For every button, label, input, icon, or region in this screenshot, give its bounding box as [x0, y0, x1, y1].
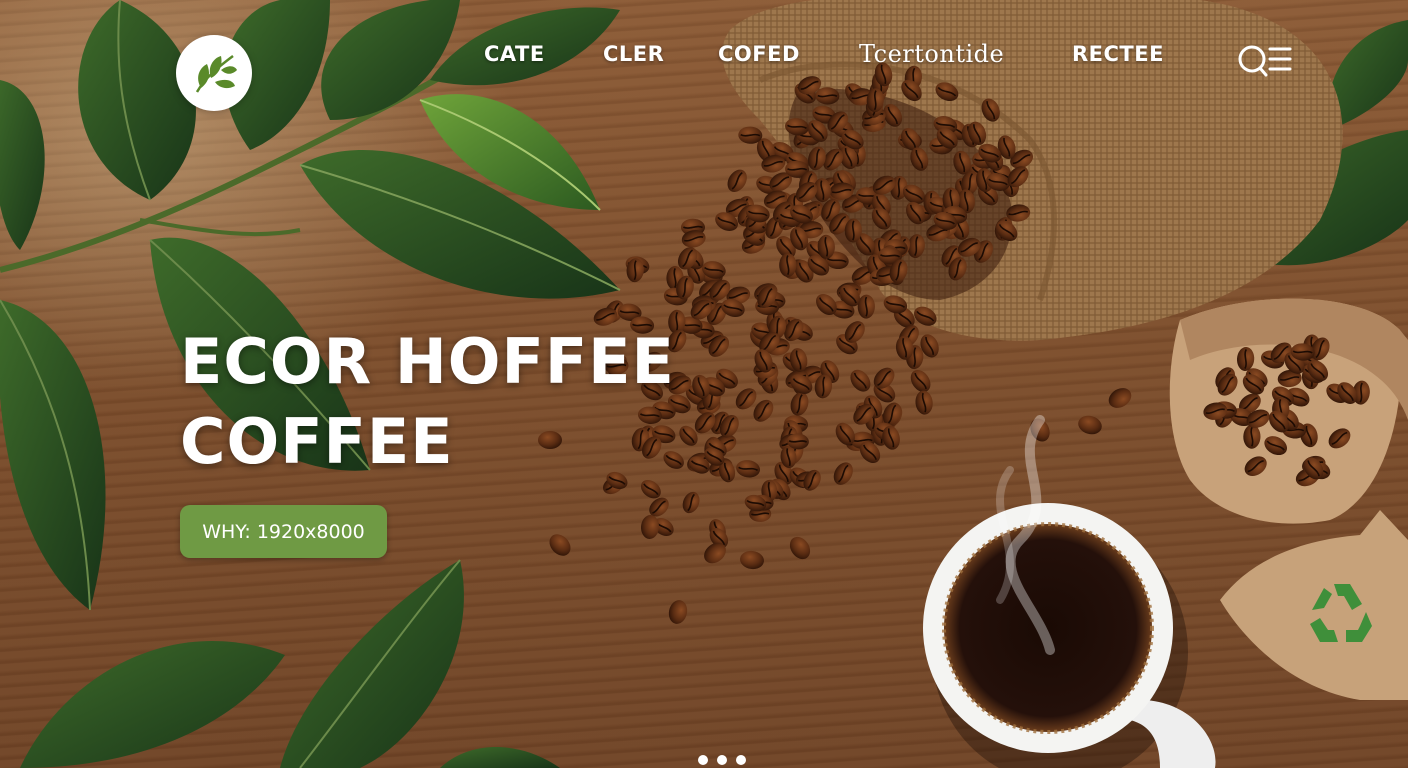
carousel-dot-1[interactable]	[698, 755, 708, 765]
nav-item-cate[interactable]: CATE	[484, 42, 545, 66]
hero-background: CATE CLER COFED Tcertontide RECTEE ECOR …	[0, 0, 1408, 768]
nav-item-tcertontide[interactable]: Tcertontide	[859, 40, 1004, 68]
carousel-dots	[698, 755, 746, 765]
headline-line-1: ECOR HOFFEE	[180, 325, 675, 398]
hero-headline: ECOR HOFFEE COFFEE	[180, 322, 675, 482]
nav-item-cler[interactable]: CLER	[603, 42, 664, 66]
nav-item-rectee[interactable]: RECTEE	[1072, 42, 1164, 66]
leaf-icon	[195, 55, 237, 93]
carousel-dot-2[interactable]	[717, 755, 727, 765]
headline-line-2: COFFEE	[180, 405, 454, 478]
nav-item-cofed[interactable]: COFED	[718, 42, 800, 66]
recycle-icon	[1310, 584, 1372, 642]
menu-icon	[1268, 47, 1292, 71]
brand-logo[interactable]	[176, 35, 252, 111]
cta-button[interactable]: WHY: 1920x8000	[180, 505, 387, 558]
carousel-dot-3[interactable]	[736, 755, 746, 765]
search-menu-button[interactable]	[1234, 41, 1294, 81]
search-icon	[1238, 45, 1268, 77]
